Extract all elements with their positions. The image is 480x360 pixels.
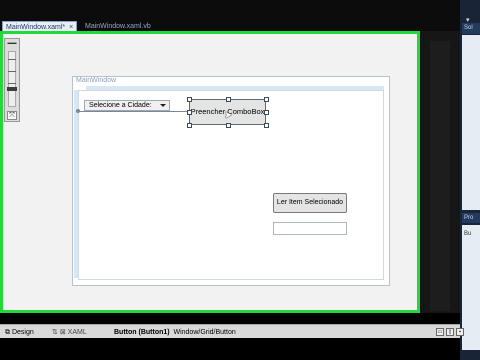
solution-explorer-body[interactable] <box>462 35 480 210</box>
breadcrumb-selected-element[interactable]: Button (Button1) <box>114 329 170 336</box>
resize-handle[interactable] <box>264 123 269 128</box>
tab-label: MainWindow.xaml* <box>6 24 66 31</box>
zoom-tick <box>8 59 16 60</box>
solution-explorer-header[interactable]: Sol <box>462 23 480 34</box>
resize-handle[interactable] <box>187 110 192 115</box>
split-horizontal-icon[interactable]: ▭ <box>436 328 444 336</box>
design-tab-label: Design <box>11 329 34 336</box>
properties-header[interactable]: Pro <box>462 213 480 223</box>
xaml-tab[interactable]: ⇅ ⊠ XAML <box>52 328 87 337</box>
splitter-bar <box>430 41 450 311</box>
properties-body[interactable]: Bu <box>462 225 480 350</box>
element-breadcrumb[interactable]: Button (Button1) Window/Grid/Button <box>114 328 236 337</box>
resize-handle[interactable] <box>264 110 269 115</box>
zoom-slider-thumb[interactable] <box>7 87 17 91</box>
read-selected-button[interactable]: Ler Item Selecionado <box>273 193 347 213</box>
window-title: MainWindow <box>76 77 117 84</box>
designer-statusbar: ⧉ Design ⇅ ⊠ XAML Button (Button1) Windo… <box>0 324 464 338</box>
design-tab[interactable]: ⧉ Design <box>5 328 34 337</box>
zoom-tick <box>8 83 16 84</box>
swap-icon: ⇅ <box>52 329 58 336</box>
lower-black-region <box>0 338 460 360</box>
collapse-pane-icon[interactable]: ▪ <box>456 328 464 336</box>
resize-handle[interactable] <box>264 97 269 102</box>
combobox-text: Selecione a Cidade: <box>89 102 152 109</box>
design-view-icon: ⧉ <box>5 329 10 336</box>
xaml-view-icon: ⊠ <box>59 329 66 336</box>
zoom-control[interactable]: ▬▬ ⤧ <box>4 38 20 122</box>
zoom-label-icon: ▬▬ <box>7 40 17 45</box>
margin-adorner-line <box>78 111 188 112</box>
resize-handle[interactable] <box>226 123 231 128</box>
xaml-tab-label: XAML <box>67 329 87 336</box>
tab-label: MainWindow.xaml.vb <box>85 23 151 30</box>
breadcrumb-path[interactable]: Window/Grid/Button <box>173 329 235 336</box>
resize-handle[interactable] <box>187 123 192 128</box>
properties-label: Bu <box>464 231 472 237</box>
document-tab-strip: MainWindow.xaml* × MainWindow.xaml.vb <box>0 0 460 33</box>
close-icon[interactable]: × <box>69 24 73 31</box>
resize-handle[interactable] <box>187 97 192 102</box>
zoom-fit-icon[interactable]: ⤧ <box>7 111 17 120</box>
output-textbox[interactable] <box>273 222 347 235</box>
city-combobox[interactable]: Selecione a Cidade: <box>84 100 170 111</box>
split-vertical-icon[interactable]: ▯ <box>446 328 454 336</box>
panel-splitter[interactable] <box>420 31 460 313</box>
resize-handle[interactable] <box>226 97 231 102</box>
dropdown-arrow-icon[interactable] <box>160 104 166 107</box>
zoom-tick <box>8 71 16 72</box>
mouse-pointer-icon: ➤ <box>224 110 233 121</box>
